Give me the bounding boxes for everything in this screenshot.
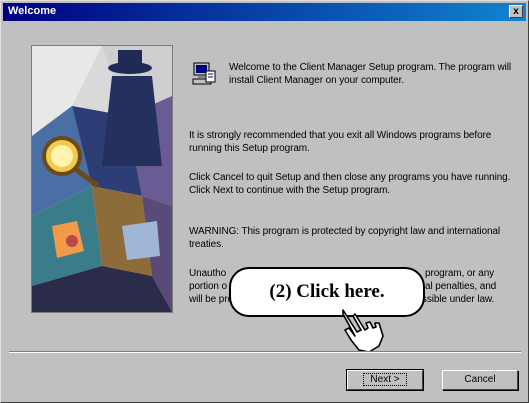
callout-text: (2) Click here. (269, 281, 385, 302)
cancel-info-text: Click Cancel to quit Setup and then clos… (189, 172, 511, 196)
next-button-label: Next > (363, 373, 407, 386)
warning-text: WARNING: This program is protected by co… (189, 226, 501, 250)
unauthorized-text-line2-end: al penalties, and (425, 281, 497, 292)
unauthorized-text-line1-end: program, or any (425, 268, 495, 279)
close-button[interactable]: x (509, 5, 523, 18)
unauthorized-text-line1-start: Unautho (189, 268, 227, 279)
setup-dialog: Welcome x Welcome to the Client Manager … (0, 0, 529, 403)
title-bar[interactable]: Welcome x (3, 3, 526, 21)
detective-illustration (31, 45, 173, 313)
hand-pointer-icon (335, 306, 387, 354)
cancel-button[interactable]: Cancel (442, 370, 518, 390)
unauthorized-text-line2-start: portion o (189, 281, 228, 292)
window-title: Welcome (8, 5, 57, 17)
button-divider (9, 351, 521, 353)
setup-computer-icon (191, 61, 217, 87)
illustration-graphic (32, 46, 172, 312)
next-button[interactable]: Next > (346, 369, 424, 391)
recommend-text: It is strongly recommended that you exit… (189, 130, 492, 154)
click-here-callout: (2) Click here. (229, 267, 425, 317)
intro-text: Welcome to the Client Manager Setup prog… (229, 62, 511, 86)
